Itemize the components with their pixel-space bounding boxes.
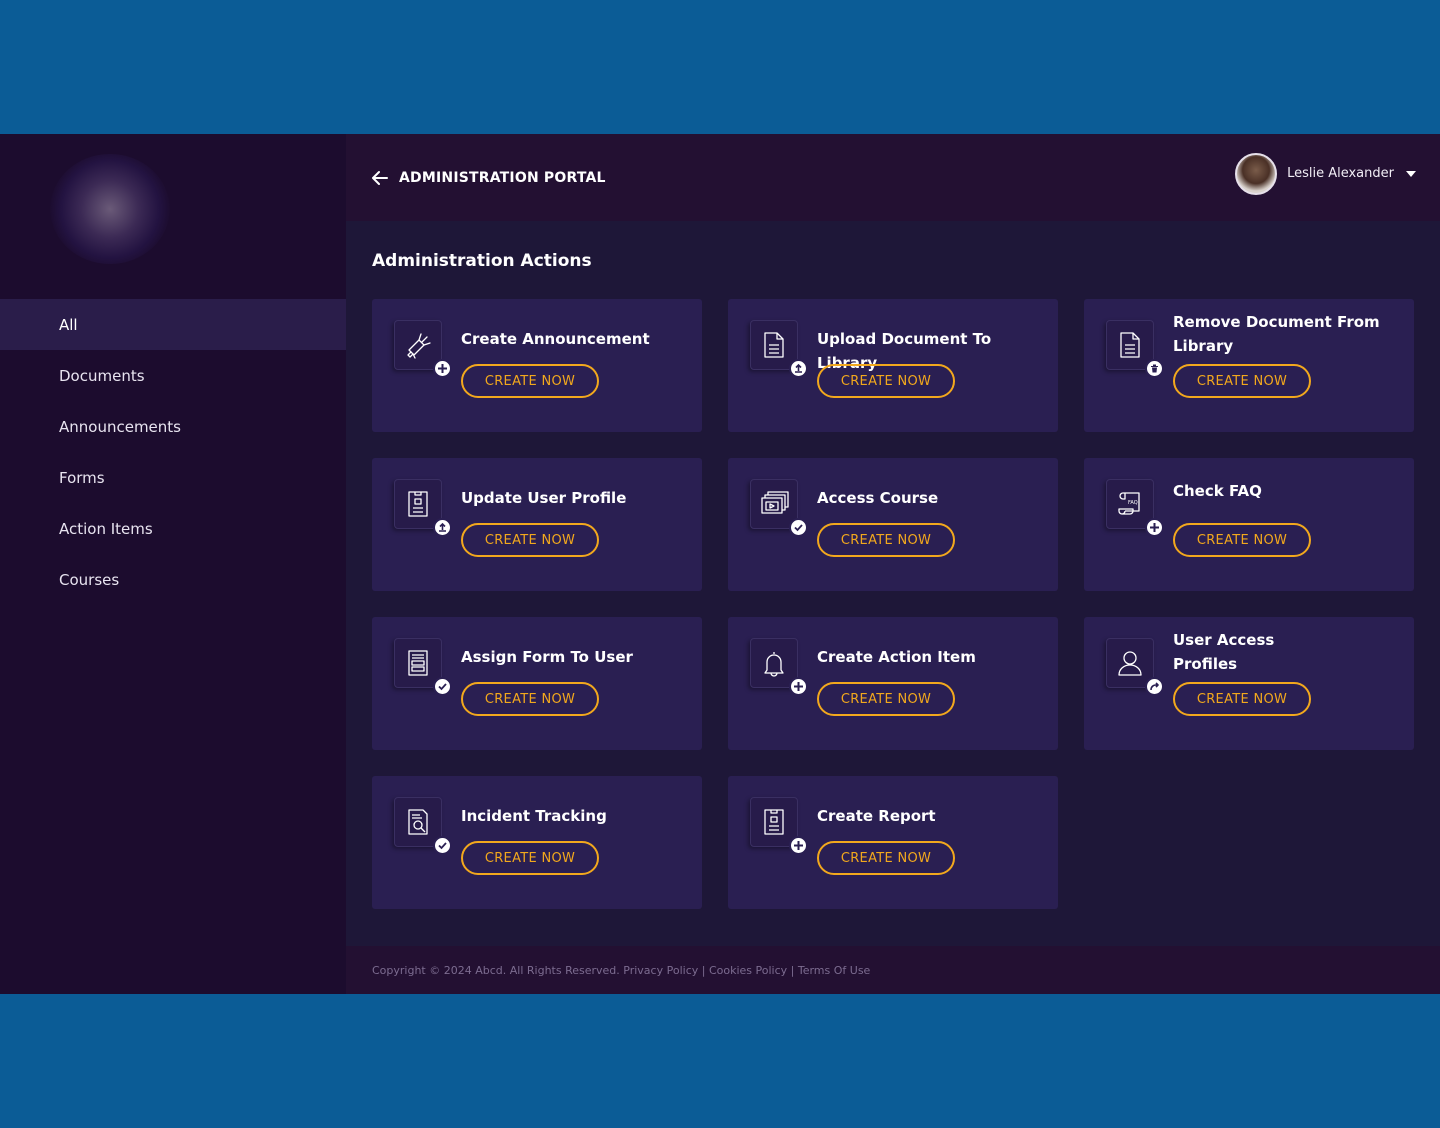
footer: Copyright © 2024 Abcd. All Rights Reserv… — [346, 946, 1440, 994]
check-icon — [789, 518, 808, 537]
card-user-access-profiles: User Access Profiles CREATE NOW — [1084, 617, 1414, 750]
megaphone-icon — [407, 333, 431, 359]
sidebar: All Documents Announcements Forms Action… — [0, 134, 346, 994]
card-assign-form: Assign Form To User CREATE NOW — [372, 617, 702, 750]
create-now-button[interactable]: CREATE NOW — [1173, 682, 1311, 716]
card-title: Create Announcement — [461, 330, 650, 348]
card-icon-box — [750, 479, 808, 537]
portal-header: ADMINISTRATION PORTAL — [371, 169, 606, 187]
check-icon — [433, 836, 452, 855]
back-arrow-icon[interactable] — [371, 169, 389, 187]
plus-icon — [1145, 518, 1164, 537]
create-now-button[interactable]: CREATE NOW — [817, 841, 955, 875]
card-icon-box — [750, 320, 808, 378]
card-incident-tracking: Incident Tracking CREATE NOW — [372, 776, 702, 909]
svg-text:FAQ: FAQ — [1128, 500, 1138, 506]
user-name: Leslie Alexander — [1287, 166, 1394, 181]
card-icon-box — [394, 320, 452, 378]
share-icon — [1145, 677, 1164, 696]
card-title: Assign Form To User — [461, 648, 633, 666]
course-slides-icon — [761, 491, 789, 514]
profile-document-icon — [408, 491, 428, 517]
plus-icon — [789, 836, 808, 855]
section-title: Administration Actions — [372, 251, 592, 271]
card-title: Create Report — [817, 807, 936, 825]
card-icon-box — [750, 638, 808, 696]
card-title: Update User Profile — [461, 489, 627, 507]
create-now-button[interactable]: CREATE NOW — [461, 841, 599, 875]
actions-grid: Create Announcement CREATE NOW Upload Do… — [372, 299, 1414, 909]
report-icon — [764, 809, 784, 835]
card-icon-box — [394, 479, 452, 537]
card-title: Access Course — [817, 489, 939, 507]
create-now-button[interactable]: CREATE NOW — [817, 682, 955, 716]
bell-icon — [764, 652, 784, 677]
logo — [50, 154, 170, 264]
card-create-announcement: Create Announcement CREATE NOW — [372, 299, 702, 432]
sidebar-item-courses[interactable]: Courses — [0, 554, 346, 605]
create-now-button[interactable]: CREATE NOW — [817, 364, 955, 398]
card-title: Incident Tracking — [461, 807, 607, 825]
create-now-button[interactable]: CREATE NOW — [817, 523, 955, 557]
create-now-button[interactable]: CREATE NOW — [1173, 364, 1311, 398]
card-icon-box — [394, 638, 452, 696]
document-icon — [764, 332, 784, 358]
app-window: All Documents Announcements Forms Action… — [0, 134, 1440, 994]
card-icon-box — [394, 797, 452, 855]
card-title: Check FAQ — [1173, 482, 1262, 500]
create-now-button[interactable]: CREATE NOW — [461, 364, 599, 398]
create-now-button[interactable]: CREATE NOW — [461, 523, 599, 557]
card-icon-box — [1106, 638, 1164, 696]
sidebar-item-action-items[interactable]: Action Items — [0, 503, 346, 554]
faq-scroll-icon: FAQ — [1118, 492, 1140, 515]
card-icon-box — [1106, 320, 1164, 378]
card-title: User Access Profiles — [1173, 631, 1275, 673]
card-update-user-profile: Update User Profile CREATE NOW — [372, 458, 702, 591]
create-now-button[interactable]: CREATE NOW — [461, 682, 599, 716]
card-access-course: Access Course CREATE NOW — [728, 458, 1058, 591]
upload-icon — [789, 359, 808, 378]
sidebar-item-documents[interactable]: Documents — [0, 350, 346, 401]
upload-icon — [433, 518, 452, 537]
document-icon — [1120, 332, 1140, 358]
top-bar: ADMINISTRATION PORTAL Leslie Alexander — [346, 134, 1440, 221]
main-content: ADMINISTRATION PORTAL Leslie Alexander A… — [346, 134, 1440, 994]
chevron-down-icon — [1406, 170, 1416, 177]
card-title: Remove Document From Library — [1173, 313, 1380, 355]
sidebar-item-forms[interactable]: Forms — [0, 452, 346, 503]
user-icon — [1118, 651, 1142, 676]
card-create-report: Create Report CREATE NOW — [728, 776, 1058, 909]
card-title: Create Action Item — [817, 648, 976, 666]
check-icon — [433, 677, 452, 696]
create-now-button[interactable]: CREATE NOW — [1173, 523, 1311, 557]
card-create-action-item: Create Action Item CREATE NOW — [728, 617, 1058, 750]
avatar — [1235, 152, 1278, 195]
trash-icon — [1145, 359, 1164, 378]
plus-icon — [789, 677, 808, 696]
card-icon-box — [750, 797, 808, 855]
footer-copyright: Copyright © 2024 Abcd. All Rights Reserv… — [372, 963, 871, 977]
plus-icon — [433, 359, 452, 378]
card-icon-box: FAQ — [1106, 479, 1164, 537]
sidebar-nav: All Documents Announcements Forms Action… — [0, 299, 346, 605]
incident-search-icon — [408, 809, 428, 835]
card-check-faq: FAQ Check FAQ CREATE NOW — [1084, 458, 1414, 591]
user-menu[interactable]: Leslie Alexander — [1235, 152, 1416, 195]
page-title: ADMINISTRATION PORTAL — [399, 169, 606, 186]
card-upload-document: Upload Document To Library CREATE NOW — [728, 299, 1058, 432]
form-icon — [408, 650, 428, 676]
card-remove-document: Remove Document From Library CREATE NOW — [1084, 299, 1414, 432]
sidebar-item-announcements[interactable]: Announcements — [0, 401, 346, 452]
sidebar-item-all[interactable]: All — [0, 299, 346, 350]
